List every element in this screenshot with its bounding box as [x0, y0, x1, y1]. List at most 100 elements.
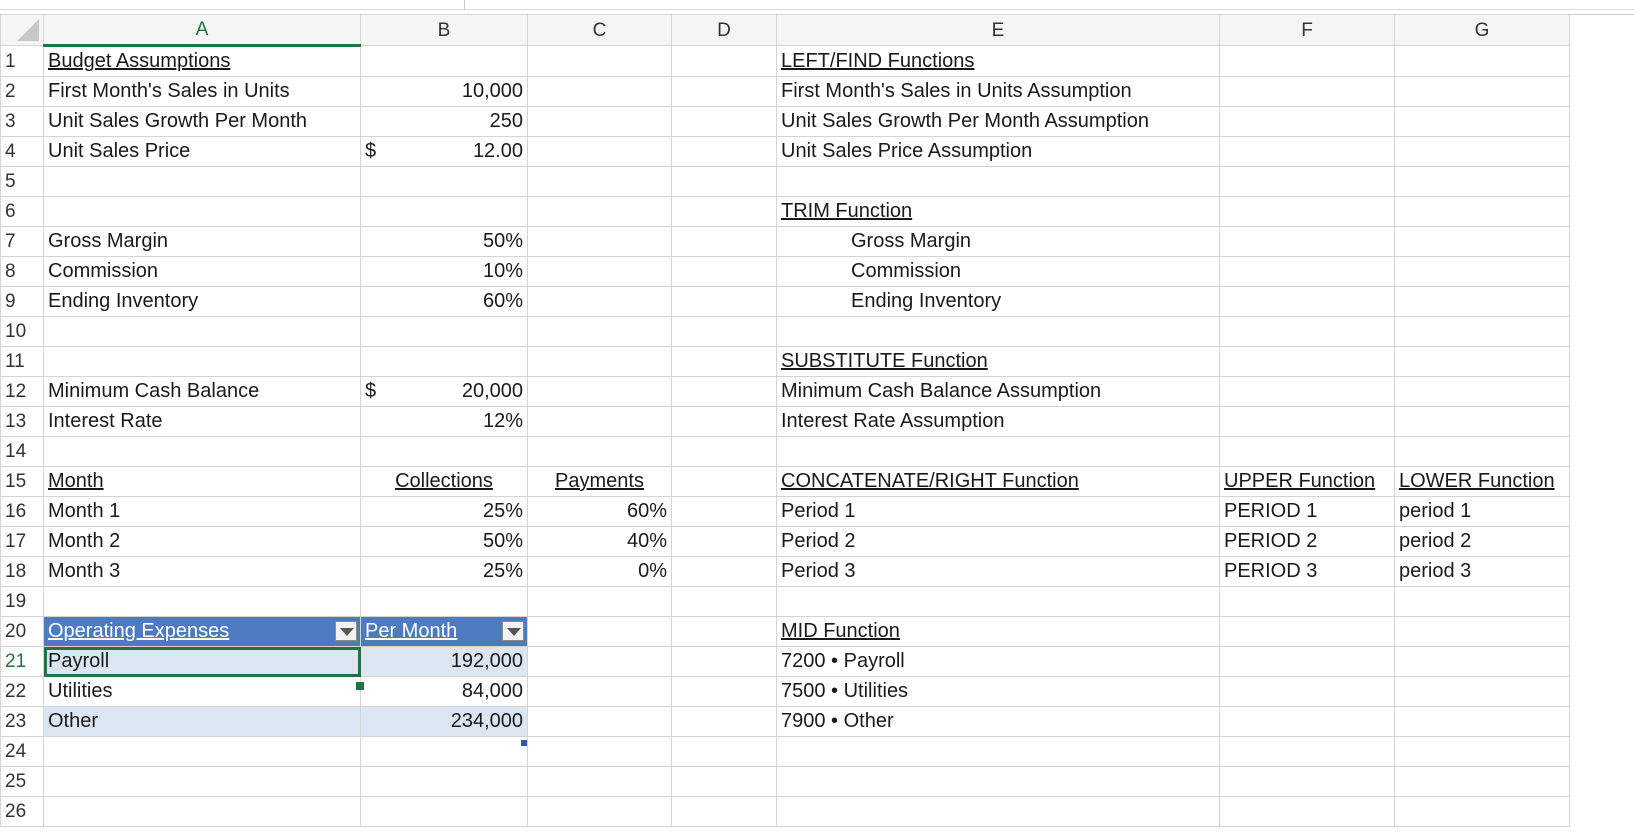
column-header-g[interactable]: G — [1394, 14, 1570, 46]
cell-e9[interactable]: Ending Inventory — [776, 286, 1220, 317]
cell-b1[interactable] — [360, 45, 528, 77]
cell-g7[interactable] — [1394, 226, 1570, 257]
cell-e25[interactable] — [776, 766, 1220, 797]
cell-g2[interactable] — [1394, 76, 1570, 107]
cell-f18[interactable]: PERIOD 3 — [1219, 556, 1395, 587]
cell-g6[interactable] — [1394, 196, 1570, 227]
row-header-9[interactable]: 9 — [0, 286, 44, 317]
table-resize-handle-icon[interactable] — [521, 740, 527, 746]
cell-c7[interactable] — [527, 226, 672, 257]
row-header-25[interactable]: 25 — [0, 766, 44, 797]
cell-g5[interactable] — [1394, 166, 1570, 197]
cell-f2[interactable] — [1219, 76, 1395, 107]
cell-d9[interactable] — [671, 286, 777, 317]
cell-c19[interactable] — [527, 586, 672, 617]
cell-f10[interactable] — [1219, 316, 1395, 347]
cell-g22[interactable] — [1394, 676, 1570, 707]
cell-a6[interactable] — [43, 196, 361, 227]
cell-b17[interactable]: 50% — [360, 526, 528, 557]
cell-d16[interactable] — [671, 496, 777, 527]
cell-d26[interactable] — [671, 796, 777, 827]
cell-b3[interactable]: 250 — [360, 106, 528, 137]
cell-f16[interactable]: PERIOD 1 — [1219, 496, 1395, 527]
row-header-18[interactable]: 18 — [0, 556, 44, 587]
cell-b16[interactable]: 25% — [360, 496, 528, 527]
cell-a8[interactable]: Commission — [43, 256, 361, 287]
cell-e15[interactable]: CONCATENATE/RIGHT Function — [776, 466, 1220, 497]
cell-b26[interactable] — [360, 796, 528, 827]
cell-c25[interactable] — [527, 766, 672, 797]
cell-g9[interactable] — [1394, 286, 1570, 317]
table-header-operating-expenses[interactable]: Operating Expenses — [43, 616, 361, 647]
row-header-15[interactable]: 15 — [0, 466, 44, 497]
cell-d21[interactable] — [671, 646, 777, 677]
row-header-22[interactable]: 22 — [0, 676, 44, 707]
cell-f8[interactable] — [1219, 256, 1395, 287]
cell-c13[interactable] — [527, 406, 672, 437]
cell-b19[interactable] — [360, 586, 528, 617]
row-header-4[interactable]: 4 — [0, 136, 44, 167]
filter-dropdown-icon[interactable] — [502, 621, 524, 641]
cell-d24[interactable] — [671, 736, 777, 767]
cell-g10[interactable] — [1394, 316, 1570, 347]
row-header-16[interactable]: 16 — [0, 496, 44, 527]
cell-a11[interactable] — [43, 346, 361, 377]
cell-e20[interactable]: MID Function — [776, 616, 1220, 647]
row-header-7[interactable]: 7 — [0, 226, 44, 257]
cell-e5[interactable] — [776, 166, 1220, 197]
cell-f23[interactable] — [1219, 706, 1395, 737]
cell-d20[interactable] — [671, 616, 777, 647]
cell-b25[interactable] — [360, 766, 528, 797]
cell-e19[interactable] — [776, 586, 1220, 617]
cell-c22[interactable] — [527, 676, 672, 707]
row-header-6[interactable]: 6 — [0, 196, 44, 227]
cell-g11[interactable] — [1394, 346, 1570, 377]
cell-g4[interactable] — [1394, 136, 1570, 167]
filter-dropdown-icon[interactable] — [335, 621, 357, 641]
cell-c23[interactable] — [527, 706, 672, 737]
cell-e8[interactable]: Commission — [776, 256, 1220, 287]
cell-e10[interactable] — [776, 316, 1220, 347]
cell-f5[interactable] — [1219, 166, 1395, 197]
cell-e12[interactable]: Minimum Cash Balance Assumption — [776, 376, 1220, 407]
selection-fill-handle[interactable] — [356, 682, 364, 690]
cell-g26[interactable] — [1394, 796, 1570, 827]
row-header-10[interactable]: 10 — [0, 316, 44, 347]
row-header-5[interactable]: 5 — [0, 166, 44, 197]
cell-f22[interactable] — [1219, 676, 1395, 707]
table-header-per-month[interactable]: Per Month — [360, 616, 528, 647]
cell-c15[interactable]: Payments — [527, 466, 672, 497]
row-header-12[interactable]: 12 — [0, 376, 44, 407]
cell-a14[interactable] — [43, 436, 361, 467]
cell-a5[interactable] — [43, 166, 361, 197]
row-header-8[interactable]: 8 — [0, 256, 44, 287]
column-header-b[interactable]: B — [360, 14, 528, 46]
cell-f6[interactable] — [1219, 196, 1395, 227]
column-header-c[interactable]: C — [527, 14, 672, 46]
column-header-d[interactable]: D — [671, 14, 777, 46]
cell-d15[interactable] — [671, 466, 777, 497]
cell-e4[interactable]: Unit Sales Price Assumption — [776, 136, 1220, 167]
cell-d17[interactable] — [671, 526, 777, 557]
cell-d4[interactable] — [671, 136, 777, 167]
cell-f3[interactable] — [1219, 106, 1395, 137]
cell-b18[interactable]: 25% — [360, 556, 528, 587]
cell-a3[interactable]: Unit Sales Growth Per Month — [43, 106, 361, 137]
row-header-3[interactable]: 3 — [0, 106, 44, 137]
cell-d5[interactable] — [671, 166, 777, 197]
cell-c9[interactable] — [527, 286, 672, 317]
cell-f20[interactable] — [1219, 616, 1395, 647]
cell-d3[interactable] — [671, 106, 777, 137]
cell-c3[interactable] — [527, 106, 672, 137]
cell-b23[interactable]: 234,000 — [360, 706, 528, 737]
cell-d13[interactable] — [671, 406, 777, 437]
cell-d10[interactable] — [671, 316, 777, 347]
cell-a19[interactable] — [43, 586, 361, 617]
cell-b10[interactable] — [360, 316, 528, 347]
cell-g25[interactable] — [1394, 766, 1570, 797]
cell-a13[interactable]: Interest Rate — [43, 406, 361, 437]
cell-a7[interactable]: Gross Margin — [43, 226, 361, 257]
cell-d1[interactable] — [671, 45, 777, 77]
cell-e7[interactable]: Gross Margin — [776, 226, 1220, 257]
row-header-26[interactable]: 26 — [0, 796, 44, 827]
